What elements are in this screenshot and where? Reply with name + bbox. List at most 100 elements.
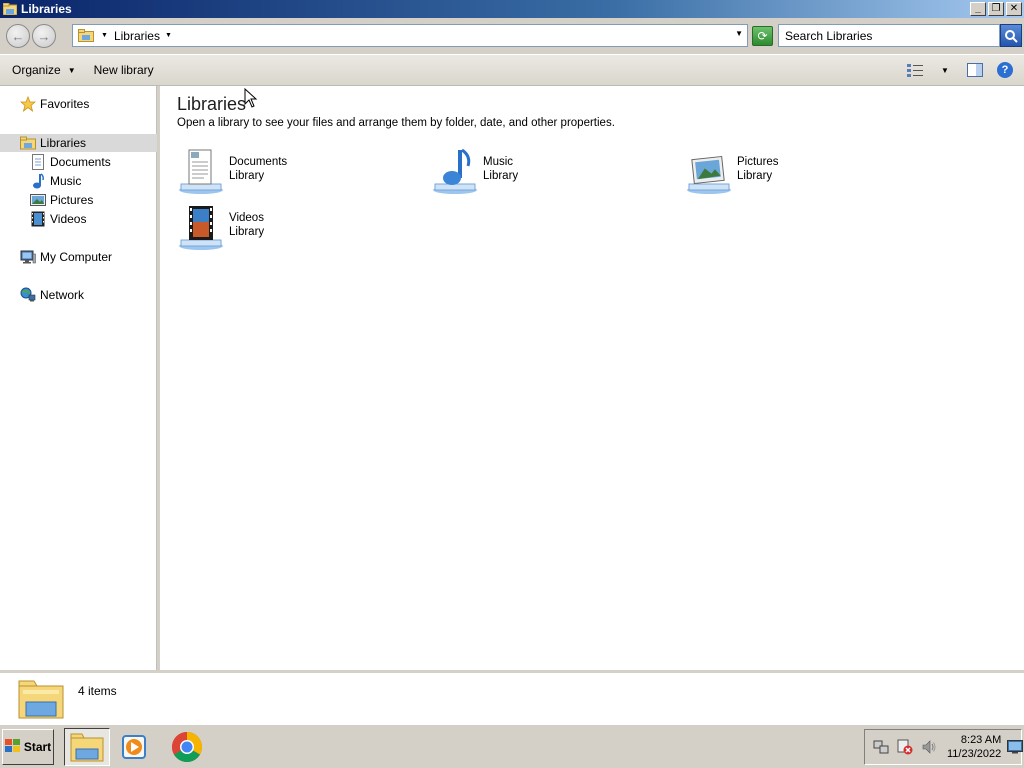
sidebar-item-label: Music bbox=[50, 174, 82, 188]
breadcrumb-root-arrow-icon[interactable]: ▼ bbox=[101, 32, 108, 39]
close-button[interactable]: ✕ bbox=[1006, 2, 1022, 16]
sidebar-item-label: Documents bbox=[50, 155, 111, 169]
library-item-music[interactable]: Music Library bbox=[431, 148, 631, 198]
forward-arrow-icon: → bbox=[37, 28, 51, 44]
library-item-name: Music bbox=[483, 156, 514, 168]
network-connection-icon[interactable] bbox=[873, 739, 889, 755]
library-item-documents[interactable]: Documents Library bbox=[177, 148, 377, 198]
view-menu-dropdown[interactable]: ▼ bbox=[936, 61, 954, 79]
action-center-alert-icon[interactable] bbox=[897, 739, 913, 755]
network-globe-icon bbox=[20, 287, 36, 303]
libraries-folder-icon bbox=[2, 2, 18, 16]
new-library-button[interactable]: New library bbox=[88, 63, 160, 77]
sidebar-item-label: Videos bbox=[50, 212, 87, 226]
taskbar-explorer-button[interactable] bbox=[64, 728, 110, 766]
restore-button[interactable]: ❐ bbox=[988, 2, 1004, 16]
new-library-label: New library bbox=[93, 63, 154, 77]
libraries-folder-icon bbox=[18, 678, 64, 720]
library-item-type: Library bbox=[483, 170, 519, 182]
item-count: 4 items bbox=[78, 684, 117, 698]
breadcrumb-chevron-down-icon[interactable]: ▼ bbox=[165, 32, 172, 39]
volume-icon[interactable] bbox=[921, 739, 937, 755]
window-title: Libraries bbox=[21, 2, 72, 16]
sidebar-item-videos[interactable]: Videos bbox=[30, 210, 86, 228]
library-item-name: Documents bbox=[229, 156, 288, 168]
library-item-videos[interactable]: Videos Library bbox=[177, 204, 377, 254]
taskbar: Start 8:23 AM 11/23/2022 bbox=[0, 724, 1024, 768]
help-icon: ? bbox=[997, 62, 1013, 78]
back-button[interactable]: ← bbox=[6, 24, 30, 48]
show-desktop-icon[interactable] bbox=[1007, 739, 1024, 755]
library-item-type: Library bbox=[737, 170, 773, 182]
film-strip-icon bbox=[30, 211, 46, 227]
sidebar-item-network[interactable]: Network bbox=[20, 286, 84, 304]
preview-pane-icon bbox=[967, 63, 983, 77]
content-area: Libraries Open a library to see your fil… bbox=[160, 86, 1024, 670]
search-icon bbox=[1005, 29, 1018, 43]
sidebar-item-label: Pictures bbox=[50, 193, 94, 207]
clock-time: 8:23 AM bbox=[960, 734, 1002, 746]
taskbar-media-player-button[interactable] bbox=[112, 728, 158, 766]
search-button[interactable] bbox=[1000, 24, 1022, 47]
windows-logo-icon bbox=[4, 738, 21, 756]
title-bar[interactable]: Libraries _ ❐ ✕ bbox=[0, 0, 1024, 18]
minimize-icon: _ bbox=[975, 3, 981, 14]
star-icon bbox=[20, 96, 36, 112]
breadcrumb-libraries[interactable]: Libraries bbox=[114, 29, 160, 43]
organize-label: Organize bbox=[12, 63, 61, 77]
library-item-type: Library bbox=[229, 170, 265, 182]
start-label: Start bbox=[23, 740, 52, 754]
sidebar-item-favorites[interactable]: Favorites bbox=[20, 95, 89, 113]
documents-library-icon bbox=[177, 148, 225, 196]
back-arrow-icon: ← bbox=[11, 28, 25, 44]
sidebar-item-label: My Computer bbox=[40, 250, 113, 264]
libraries-folder-icon bbox=[78, 29, 94, 42]
videos-library-icon bbox=[177, 204, 225, 252]
refresh-icon: ⟳ bbox=[757, 29, 768, 43]
pictures-library-icon bbox=[685, 148, 733, 196]
sidebar-item-my-computer[interactable]: My Computer bbox=[20, 248, 112, 266]
sidebar-item-label: Favorites bbox=[40, 97, 90, 111]
help-button[interactable]: ? bbox=[996, 61, 1014, 79]
organize-button[interactable]: Organize ▼ bbox=[6, 63, 82, 77]
address-row: ← → ▼ Libraries ▼ ▼ ⟳ Search Libraries bbox=[0, 18, 1024, 54]
media-player-icon bbox=[122, 735, 146, 759]
documents-icon bbox=[30, 154, 46, 170]
address-bar[interactable]: ▼ Libraries ▼ ▼ bbox=[72, 24, 748, 47]
page-title: Libraries bbox=[177, 94, 247, 114]
chevron-down-icon: ▼ bbox=[67, 65, 76, 75]
navigation-pane: Favorites Libraries Documents Music Pict… bbox=[0, 86, 157, 670]
mouse-cursor-icon bbox=[244, 88, 258, 108]
preview-pane-button[interactable] bbox=[966, 61, 984, 79]
forward-button[interactable]: → bbox=[32, 24, 56, 48]
sidebar-item-documents[interactable]: Documents bbox=[30, 153, 111, 171]
library-item-type: Library bbox=[229, 226, 265, 238]
sidebar-item-libraries[interactable]: Libraries bbox=[0, 134, 157, 152]
page-description: Open a library to see your files and arr… bbox=[177, 117, 615, 129]
search-input[interactable]: Search Libraries bbox=[778, 24, 1000, 47]
music-library-icon bbox=[431, 148, 479, 196]
sidebar-item-label: Network bbox=[40, 288, 85, 302]
address-dropdown-icon[interactable]: ▼ bbox=[735, 29, 743, 38]
chrome-icon bbox=[171, 732, 203, 763]
minimize-button[interactable]: _ bbox=[970, 2, 986, 16]
computer-icon bbox=[20, 249, 36, 265]
library-item-pictures[interactable]: Pictures Library bbox=[685, 148, 885, 198]
sidebar-item-label: Libraries bbox=[40, 136, 87, 150]
clock[interactable]: 8:23 AM 11/23/2022 bbox=[947, 733, 1001, 761]
music-note-icon bbox=[30, 173, 46, 189]
start-button[interactable]: Start bbox=[2, 729, 54, 765]
folder-icon bbox=[70, 733, 104, 762]
command-bar: Organize ▼ New library ▼ ? bbox=[0, 54, 1024, 86]
libraries-folder-icon bbox=[20, 135, 36, 151]
view-options-icon bbox=[907, 64, 923, 77]
system-tray: 8:23 AM 11/23/2022 bbox=[864, 729, 1024, 765]
change-view-button[interactable] bbox=[906, 61, 924, 79]
library-item-name: Videos bbox=[229, 212, 264, 224]
sidebar-item-music[interactable]: Music bbox=[30, 172, 81, 190]
pictures-icon bbox=[30, 192, 46, 208]
taskbar-chrome-button[interactable] bbox=[164, 728, 210, 766]
refresh-button[interactable]: ⟳ bbox=[752, 26, 773, 46]
sidebar-item-pictures[interactable]: Pictures bbox=[30, 191, 93, 209]
close-icon: ✕ bbox=[1009, 3, 1019, 14]
